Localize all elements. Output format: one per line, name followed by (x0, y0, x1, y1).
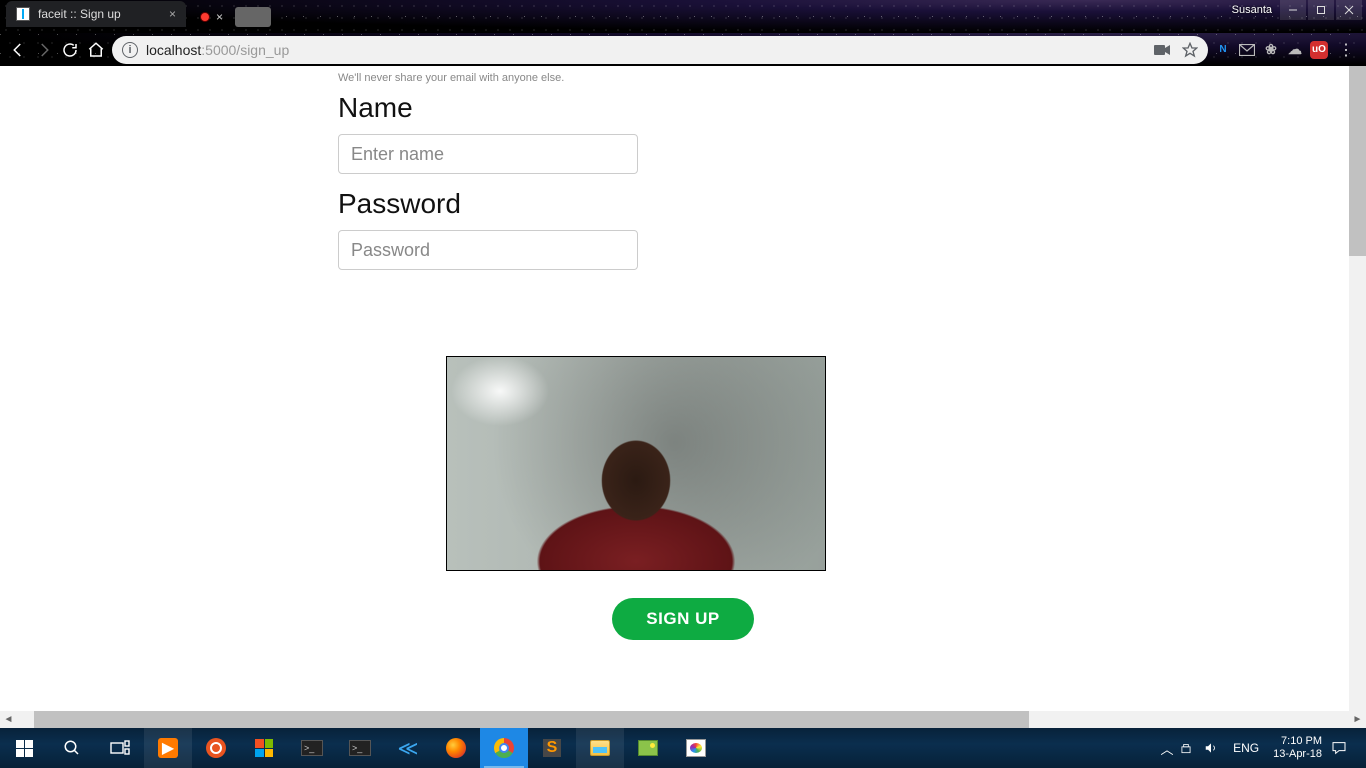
nav-forward-button (34, 40, 54, 60)
action-center-button[interactable] (1330, 740, 1366, 756)
webcam-preview (446, 356, 826, 571)
password-input[interactable] (338, 230, 638, 270)
taskbar-app-ubuntu[interactable] (192, 728, 240, 768)
tab-title: faceit :: Sign up (38, 7, 121, 21)
browser-toolbar: i localhost:5000/sign_up N ❀ ☁ uO ⋮ (0, 33, 1366, 66)
site-info-icon[interactable]: i (122, 42, 138, 58)
nav-reload-button[interactable] (60, 40, 80, 60)
window-maximize-button[interactable] (1308, 0, 1334, 20)
hscroll-thumb[interactable] (34, 711, 1029, 728)
taskbar-app-terminal-2[interactable]: >_ (336, 728, 384, 768)
firefox-icon (446, 738, 466, 758)
task-view-icon (109, 737, 131, 759)
taskbar-app-sublime[interactable]: S (528, 728, 576, 768)
name-input[interactable] (338, 134, 638, 174)
browser-menu-button[interactable]: ⋮ (1334, 40, 1358, 60)
extension-mail-icon[interactable] (1238, 41, 1256, 59)
taskbar-app-explorer[interactable] (576, 728, 624, 768)
taskbar-app-terminal-1[interactable]: >_ (288, 728, 336, 768)
photos-icon (638, 740, 658, 756)
address-bar[interactable]: i localhost:5000/sign_up (112, 36, 1208, 64)
window-titlebar: faceit :: Sign up × × Susanta (0, 0, 1366, 33)
windows-taskbar: ▶ >_ >_ ≪ S ︿ ENG 7:10 PM 13-Apr-18 (0, 728, 1366, 768)
taskbar-app-chrome[interactable] (480, 728, 528, 768)
horizontal-scrollbar[interactable]: ◄ ► (0, 711, 1366, 728)
nav-back-button[interactable] (8, 40, 28, 60)
extension-n-icon[interactable]: N (1214, 41, 1232, 59)
camera-indicator-icon[interactable] (1154, 44, 1170, 56)
address-bar-url: localhost:5000/sign_up (146, 42, 289, 58)
tray-volume-icon[interactable] (1203, 741, 1227, 755)
extension-paw-icon[interactable]: ❀ (1262, 41, 1280, 59)
file-explorer-icon (590, 740, 610, 756)
tray-clock[interactable]: 7:10 PM 13-Apr-18 (1265, 735, 1330, 761)
ms-store-icon (255, 739, 273, 757)
window-close-button[interactable] (1336, 0, 1362, 20)
vertical-scrollbar-track[interactable] (1349, 66, 1366, 711)
tray-time: 7:10 PM (1273, 735, 1322, 748)
terminal-icon: >_ (349, 740, 371, 756)
hscroll-track[interactable] (17, 711, 1349, 728)
window-minimize-button[interactable] (1280, 0, 1306, 20)
signup-button[interactable]: SIGN UP (612, 598, 753, 640)
ubuntu-icon (206, 738, 226, 758)
nav-home-button[interactable] (86, 40, 106, 60)
groove-icon: ▶ (158, 738, 178, 758)
windows-logo-icon (16, 740, 33, 757)
hscroll-right-button[interactable]: ► (1349, 711, 1366, 728)
taskbar-app-groove[interactable]: ▶ (144, 728, 192, 768)
extension-ublock-icon[interactable]: uO (1310, 41, 1328, 59)
vscode-icon: ≪ (397, 737, 419, 759)
recording-close-icon[interactable]: × (216, 10, 223, 24)
taskbar-app-photos[interactable] (624, 728, 672, 768)
hscroll-left-button[interactable]: ◄ (0, 711, 17, 728)
taskbar-app-paint[interactable] (672, 728, 720, 768)
password-label: Password (338, 188, 938, 220)
task-view-button[interactable] (96, 728, 144, 768)
name-label: Name (338, 92, 938, 124)
chrome-profile-name[interactable]: Susanta (1226, 4, 1278, 16)
taskbar-app-firefox[interactable] (432, 728, 480, 768)
signup-form: We'll never share your email with anyone… (338, 72, 938, 270)
taskbar-app-vscode[interactable]: ≪ (384, 728, 432, 768)
search-icon (61, 737, 83, 759)
chrome-icon (494, 738, 514, 758)
webcam-feed (447, 357, 825, 570)
start-button[interactable] (0, 728, 48, 768)
taskbar-app-msstore[interactable] (240, 728, 288, 768)
tray-bluetooth-icon[interactable] (1179, 741, 1203, 755)
recording-indicator-icon[interactable] (200, 12, 210, 22)
tab-close-icon[interactable]: × (169, 7, 176, 21)
vertical-scrollbar-thumb[interactable] (1349, 66, 1366, 256)
tray-language[interactable]: ENG (1227, 741, 1265, 755)
taskbar-search-button[interactable] (48, 728, 96, 768)
pip-thumbnail[interactable] (235, 7, 271, 27)
extension-cloud-icon[interactable]: ☁ (1286, 41, 1304, 59)
tray-overflow-button[interactable]: ︿ (1155, 739, 1179, 758)
bookmark-star-icon[interactable] (1182, 42, 1198, 58)
page-viewport: We'll never share your email with anyone… (0, 66, 1366, 711)
tray-date: 13-Apr-18 (1273, 748, 1322, 761)
email-helper-text: We'll never share your email with anyone… (338, 72, 938, 84)
sublime-icon: S (543, 739, 561, 757)
browser-tab-active[interactable]: faceit :: Sign up × (6, 1, 186, 27)
paint-icon (686, 739, 706, 757)
terminal-icon: >_ (301, 740, 323, 756)
tab-favicon (16, 7, 30, 21)
